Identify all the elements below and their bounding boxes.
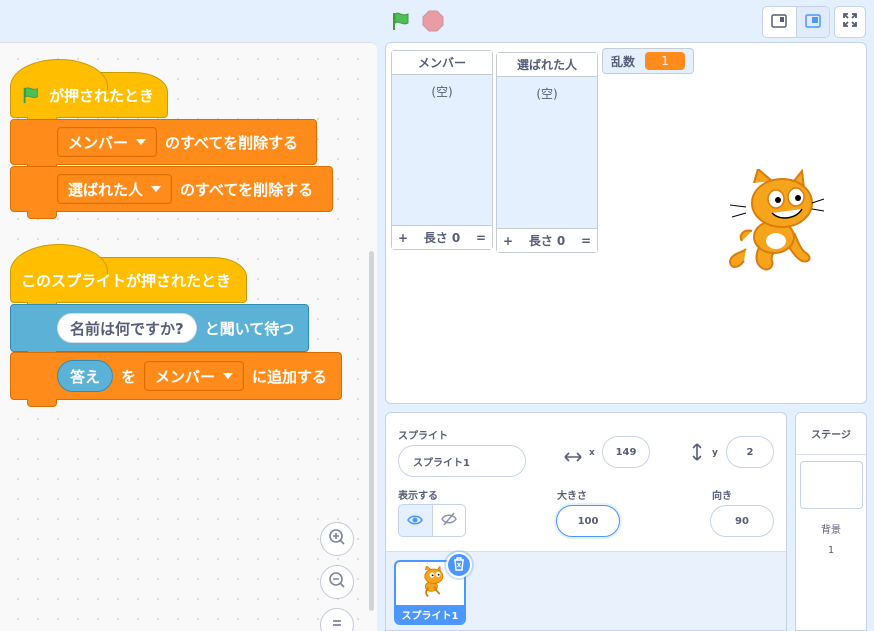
show-label: 表示する [398, 491, 438, 502]
list-add-button[interactable]: + [503, 234, 513, 248]
stage[interactable]: メンバー (空) + 長さ 0 = 選ばれた人 (空) + 長さ 0 = 乱数 … [385, 42, 867, 404]
trash-icon [453, 556, 465, 575]
question-input[interactable]: 名前は何ですか? [57, 313, 197, 343]
list-monitor-members[interactable]: メンバー (空) + 長さ 0 = [391, 50, 493, 250]
y-position-icon [692, 443, 702, 465]
sprite-tile-name: スプライト1 [396, 605, 464, 623]
backdrops-label: 背景 [821, 525, 841, 536]
hat-label: が押されたとき [49, 86, 155, 105]
stop-icon[interactable] [422, 10, 444, 32]
block-text: に追加する [252, 367, 328, 386]
y-value: 2 [746, 446, 754, 458]
list-dropdown[interactable]: メンバー [57, 127, 158, 157]
backdrops-count: 1 [827, 545, 835, 556]
x-input[interactable]: 149 [602, 436, 650, 468]
list-add-button[interactable]: + [398, 231, 408, 245]
x-position-icon [564, 447, 582, 466]
direction-label: 向き [712, 491, 732, 502]
when-sprite-clicked-hat[interactable]: このスプライトが押されたとき [10, 244, 247, 310]
dropdown-arrow-icon [223, 373, 234, 379]
block-text: と聞いて待つ [204, 319, 295, 338]
sprite-name-input[interactable]: スプライト1 [398, 445, 526, 477]
size-input[interactable]: 100 [556, 505, 620, 537]
stage-selector[interactable]: ステージ 背景 1 [795, 412, 867, 631]
when-flag-clicked-hat[interactable]: が押されたとき [10, 59, 168, 125]
x-label: x [589, 448, 595, 458]
delete-sprite-button[interactable] [446, 552, 472, 578]
zoom-reset-button[interactable] [320, 608, 354, 631]
block-text: のすべてを削除する [180, 180, 314, 199]
small-stage-button[interactable] [763, 7, 796, 37]
delete-all-of-list-block[interactable]: メンバー のすべてを削除する [10, 119, 317, 172]
size-value: 100 [577, 515, 599, 527]
direction-input[interactable]: 90 [710, 505, 774, 537]
list-empty-label: (空) [536, 87, 558, 101]
sprite-info-panel: スプライト スプライト1 x 149 y 2 表示する 大きさ 100 向き 9… [385, 412, 787, 631]
y-input[interactable]: 2 [726, 436, 774, 468]
dropdown-value: メンバー [68, 133, 129, 152]
list-resize-handle[interactable]: = [476, 231, 486, 245]
sprite-label: スプライト [398, 431, 448, 442]
variable-monitor[interactable]: 乱数 1 [602, 48, 695, 74]
hide-button[interactable] [431, 505, 466, 536]
list-length: 長さ 0 [528, 234, 566, 248]
zoom-in-icon [328, 528, 346, 550]
sprite-name-value: スプライト1 [413, 457, 470, 469]
block-text: を [121, 367, 137, 386]
add-to-list-block[interactable]: 答え を メンバー に追加する [10, 352, 342, 407]
normal-stage-button[interactable] [795, 7, 829, 37]
list-empty-label: (空) [431, 85, 453, 99]
zoom-out-button[interactable] [320, 565, 354, 599]
sprite-list: スプライト1 [386, 551, 786, 630]
list-title: メンバー [392, 51, 492, 75]
list-dropdown[interactable]: 選ばれた人 [57, 174, 173, 204]
list-monitor-chosen[interactable]: 選ばれた人 (空) + 長さ 0 = [496, 52, 598, 253]
stage-thumbnail[interactable] [800, 461, 863, 509]
list-footer: + 長さ 0 = [497, 228, 597, 252]
delete-all-of-list-block[interactable]: 選ばれた人 のすべてを削除する [10, 166, 333, 219]
list-title: 選ばれた人 [497, 53, 597, 77]
sprite-thumbnail [416, 565, 448, 602]
ask-and-wait-block[interactable]: 名前は何ですか? と聞いて待つ [10, 304, 309, 359]
stage-size-toggle [762, 6, 830, 38]
list-resize-handle[interactable]: = [581, 234, 591, 248]
show-button[interactable] [399, 505, 432, 536]
variable-value: 1 [645, 52, 686, 70]
vertical-scrollbar[interactable] [369, 251, 374, 611]
direction-value: 90 [735, 515, 749, 527]
dropdown-arrow-icon [151, 186, 162, 192]
x-value: 149 [615, 446, 637, 458]
block-text: のすべてを削除する [165, 133, 299, 152]
variable-name: 乱数 [611, 54, 636, 69]
stage-header [0, 0, 874, 42]
cat-sprite[interactable] [724, 167, 828, 279]
normal-stage-icon [805, 13, 821, 32]
eye-slash-icon [440, 511, 457, 530]
y-label: y [712, 448, 718, 458]
visibility-toggle [398, 504, 466, 537]
fullscreen-button[interactable] [834, 6, 866, 38]
stage-selector-title: ステージ [796, 413, 866, 455]
dropdown-value: 選ばれた人 [68, 180, 144, 199]
list-length: 長さ 0 [423, 231, 461, 245]
green-flag-icon [21, 85, 41, 105]
zoom-out-icon [328, 571, 346, 593]
reporter-label: 答え [70, 367, 101, 386]
equals-icon [328, 614, 346, 631]
sprite-info: スプライト スプライト1 x 149 y 2 表示する 大きさ 100 向き 9… [386, 413, 786, 551]
hat-label: このスプライトが押されたとき [21, 271, 232, 290]
dropdown-value: メンバー [155, 367, 216, 386]
input-value: 名前は何ですか? [70, 319, 184, 338]
answer-reporter[interactable]: 答え [57, 360, 114, 392]
code-workspace[interactable]: が押されたとき メンバー のすべてを削除する 選ばれた人 のすべてを削除する こ… [0, 42, 377, 631]
list-footer: + 長さ 0 = [392, 225, 492, 249]
eye-icon [407, 511, 424, 530]
green-flag-icon[interactable] [390, 10, 412, 32]
dropdown-arrow-icon [136, 139, 147, 145]
small-stage-icon [771, 13, 787, 32]
zoom-in-button[interactable] [320, 522, 354, 556]
list-dropdown[interactable]: メンバー [144, 361, 245, 391]
fullscreen-icon [842, 12, 858, 32]
size-label: 大きさ [557, 491, 587, 502]
